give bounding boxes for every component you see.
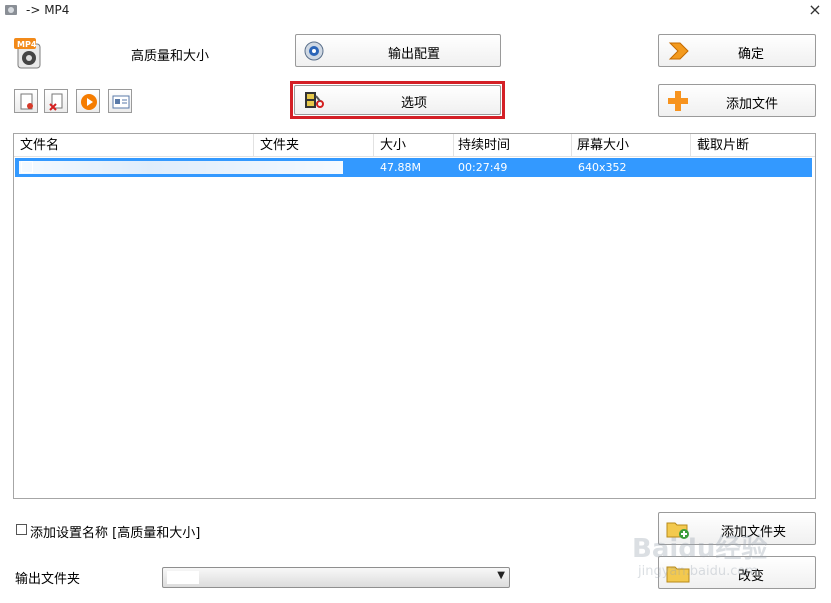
cell-screen-size: 640x352 (578, 161, 627, 174)
close-icon[interactable]: × (806, 1, 824, 19)
list-header: 文件名 文件夹 大小 持续时间 屏幕大小 截取片断 (14, 134, 815, 157)
play-icon (81, 94, 97, 110)
column-header-folder[interactable]: 文件夹 (254, 134, 374, 157)
add-name-checkbox[interactable] (16, 524, 27, 535)
film-scissors-icon (305, 92, 324, 108)
remove-item-button[interactable] (44, 89, 68, 113)
mp4-format-icon: MP4 (14, 38, 41, 69)
cell-size: 47.88M (380, 161, 421, 174)
add-item-button[interactable] (14, 89, 38, 113)
preset-label: 高质量和大小 (131, 49, 210, 64)
output-config-label: 输出配置 (388, 47, 441, 62)
delete-file-icon (49, 93, 63, 111)
add-name-label: 添加设置名称 [高质量和大小] (30, 526, 201, 541)
change-button[interactable]: 改变 (658, 556, 816, 589)
add-folder-label: 添加文件夹 (721, 525, 787, 540)
app-icon (5, 5, 17, 15)
file-list[interactable]: 文件名 文件夹 大小 持续时间 屏幕大小 截取片断 47.88M 00:27:4… (13, 133, 816, 499)
media-info-icon (112, 95, 130, 109)
ok-label: 确定 (738, 47, 765, 62)
column-header-clip[interactable]: 截取片断 (691, 134, 815, 157)
column-header-duration[interactable]: 持续时间 (452, 134, 572, 157)
plus-icon (668, 91, 688, 111)
cell-name (15, 158, 255, 177)
folder-icon (666, 566, 690, 583)
output-config-button[interactable]: 输出配置 (295, 34, 501, 67)
table-row[interactable]: 47.88M 00:27:49 640x352 (15, 158, 812, 177)
column-header-screen-size[interactable]: 屏幕大小 (571, 134, 691, 157)
cell-clip (692, 158, 812, 177)
change-label: 改变 (738, 569, 765, 584)
play-button[interactable] (76, 89, 100, 113)
new-file-icon (20, 93, 33, 110)
column-header-size[interactable]: 大小 (374, 134, 454, 157)
add-file-button[interactable]: 添加文件 (658, 84, 816, 117)
settings-disc-icon (304, 41, 324, 61)
window-title: -> MP4 (26, 3, 70, 17)
add-folder-button[interactable]: 添加文件夹 (658, 512, 816, 545)
cell-folder (255, 158, 375, 177)
title-bar: -> MP4 × (0, 0, 831, 22)
output-folder-value (167, 571, 199, 584)
add-file-label: 添加文件 (726, 97, 779, 112)
chevron-down-icon[interactable]: ▼ (497, 570, 505, 581)
add-folder-icon (666, 522, 689, 539)
ok-button[interactable]: 确定 (658, 34, 816, 67)
options-label: 选项 (401, 96, 428, 111)
output-folder-select[interactable]: ▼ (162, 567, 510, 588)
svg-text:MP4: MP4 (17, 40, 37, 49)
output-folder-label: 输出文件夹 (15, 572, 81, 587)
arrow-right-icon (668, 42, 689, 60)
options-button[interactable]: 选项 (294, 85, 501, 115)
column-header-name[interactable]: 文件名 (14, 134, 254, 157)
media-info-button[interactable] (108, 89, 132, 113)
cell-duration: 00:27:49 (458, 161, 508, 174)
